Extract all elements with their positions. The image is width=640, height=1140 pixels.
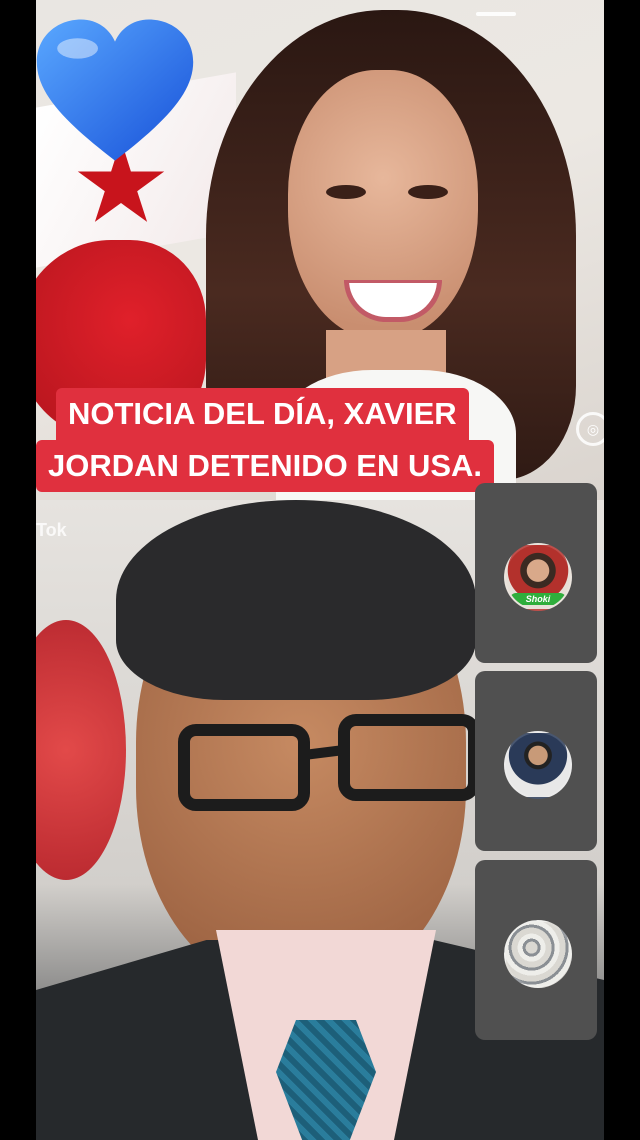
avatar[interactable] bbox=[504, 731, 572, 799]
blue-heart-icon bbox=[36, 19, 194, 161]
avatar[interactable]: Shoki bbox=[504, 543, 572, 611]
watermark-text: Tok bbox=[36, 520, 67, 540]
guest-tile[interactable] bbox=[475, 671, 597, 851]
host-eye-left bbox=[326, 185, 366, 199]
avatar[interactable] bbox=[504, 920, 572, 988]
guest-hair bbox=[116, 500, 476, 700]
headline-banner: NOTICIA DEL DÍA, XAVIER JORDAN DETENIDO … bbox=[36, 388, 546, 492]
right-letterbox bbox=[604, 0, 640, 1140]
guest-tile[interactable] bbox=[475, 860, 597, 1040]
background-red-blob bbox=[36, 620, 126, 880]
headline-line-1: NOTICIA DEL DÍA, XAVIER bbox=[56, 388, 469, 440]
guest-glasses bbox=[178, 714, 480, 811]
guest-tile[interactable]: Shoki bbox=[475, 483, 597, 663]
guest-badge: Shoki bbox=[510, 593, 566, 605]
ring-icon[interactable]: ◎ bbox=[576, 412, 604, 446]
drag-handle[interactable] bbox=[476, 12, 516, 16]
left-letterbox bbox=[0, 0, 36, 1140]
headline-line-2: JORDAN DETENIDO EN USA. bbox=[36, 440, 495, 492]
host-eye-right bbox=[408, 185, 448, 199]
